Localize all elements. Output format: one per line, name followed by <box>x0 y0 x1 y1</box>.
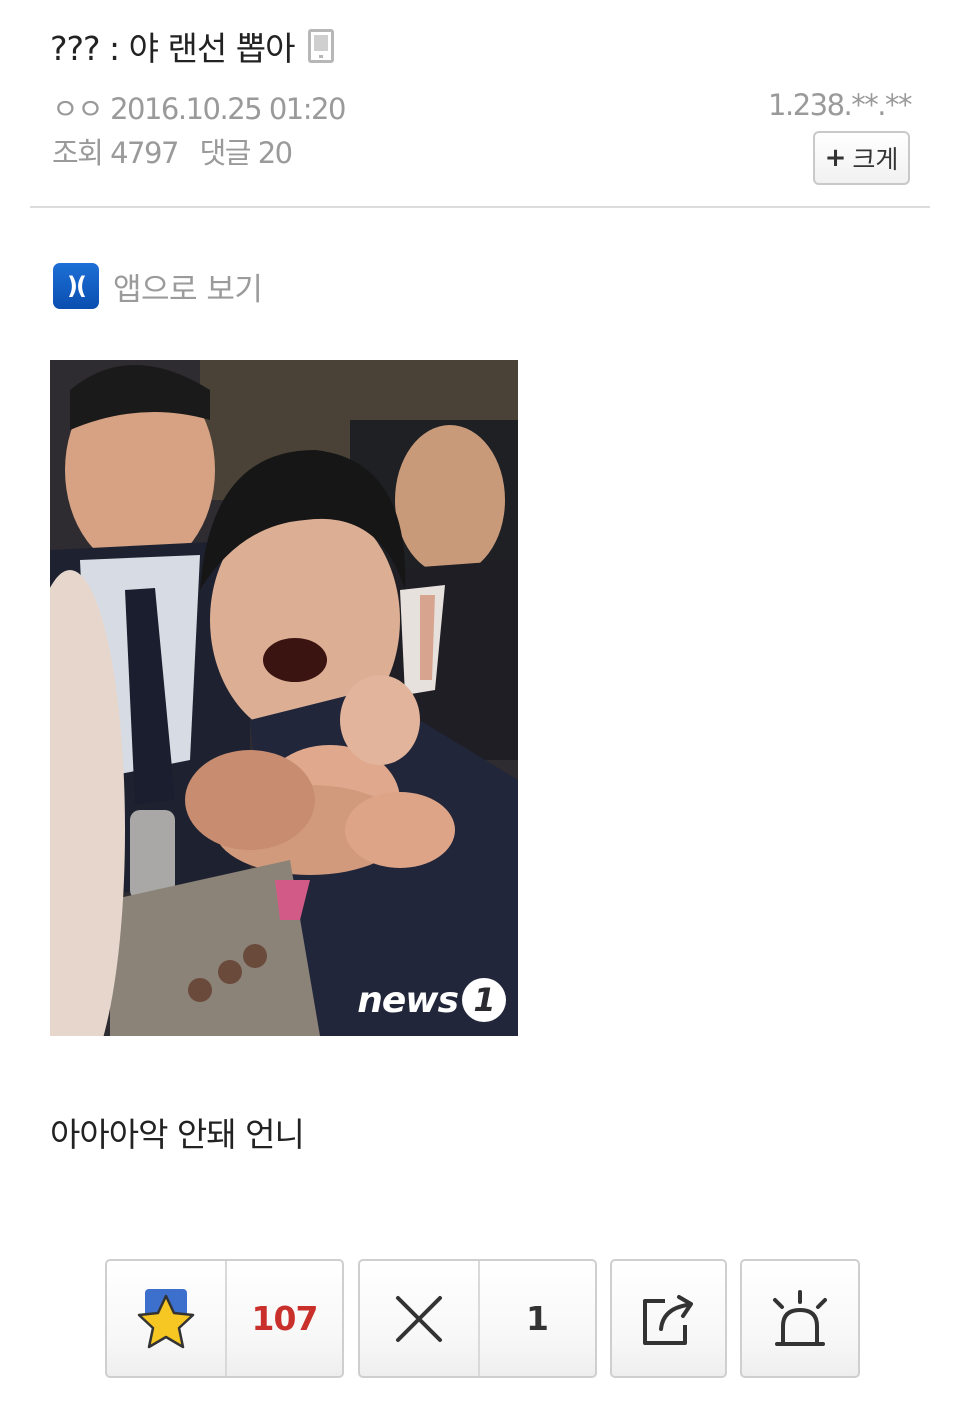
enlarge-label: 크게 <box>852 145 899 174</box>
post-page: ??? : 야 랜선 뽑아 ㅇㅇ 2016.10.25 01:20 조회 479… <box>0 0 977 1404</box>
news-watermark: news 1 <box>357 978 506 1022</box>
dislike-count-cell: 1 <box>478 1261 595 1376</box>
share-button[interactable] <box>612 1261 725 1376</box>
dislike-count: 1 <box>526 1299 549 1338</box>
share-icon <box>642 1294 693 1345</box>
x-icon <box>396 1295 442 1342</box>
header-divider <box>30 206 930 208</box>
app-view-link[interactable]: )( 앱으로 보기 <box>53 263 263 309</box>
watermark-text: news <box>357 979 459 1021</box>
report-button[interactable] <box>742 1261 858 1376</box>
recommend-button[interactable] <box>107 1261 225 1376</box>
plus-icon: + <box>824 143 847 173</box>
views-label: 조회 <box>52 136 104 170</box>
app-logo-icon: )( <box>53 263 99 309</box>
post-photo[interactable]: news 1 <box>50 360 518 1036</box>
recommend-count: 107 <box>251 1299 319 1338</box>
comments-label: 댓글 <box>199 136 252 170</box>
siren-icon <box>773 1289 827 1346</box>
app-view-label: 앱으로 보기 <box>113 271 263 308</box>
comments-count: 20 <box>257 136 293 170</box>
dislike-group: 1 <box>358 1259 597 1378</box>
post-title: ??? : 야 랜선 뽑아 <box>50 22 335 70</box>
photo-illustration <box>50 360 518 1036</box>
report-group <box>740 1259 860 1378</box>
recommend-count-cell: 107 <box>225 1261 342 1376</box>
share-group <box>610 1259 727 1378</box>
recommend-group: 107 <box>105 1259 344 1378</box>
post-title-text: ??? : 야 랜선 뽑아 <box>50 29 295 68</box>
dislike-button[interactable] <box>360 1261 478 1376</box>
views-count: 4797 <box>110 136 179 170</box>
author-date: ㅇㅇ 2016.10.25 01:20 <box>52 92 346 126</box>
enlarge-button[interactable]: + 크게 <box>813 131 910 185</box>
watermark-number: 1 <box>462 978 506 1022</box>
post-body: 아아아악 안돼 언니 <box>50 1115 305 1154</box>
mobile-icon <box>308 29 335 63</box>
star-icon <box>137 1288 195 1348</box>
post-stats: 조회 4797 댓글 20 <box>52 130 293 172</box>
ip-address: 1.238.**.** <box>768 88 912 122</box>
